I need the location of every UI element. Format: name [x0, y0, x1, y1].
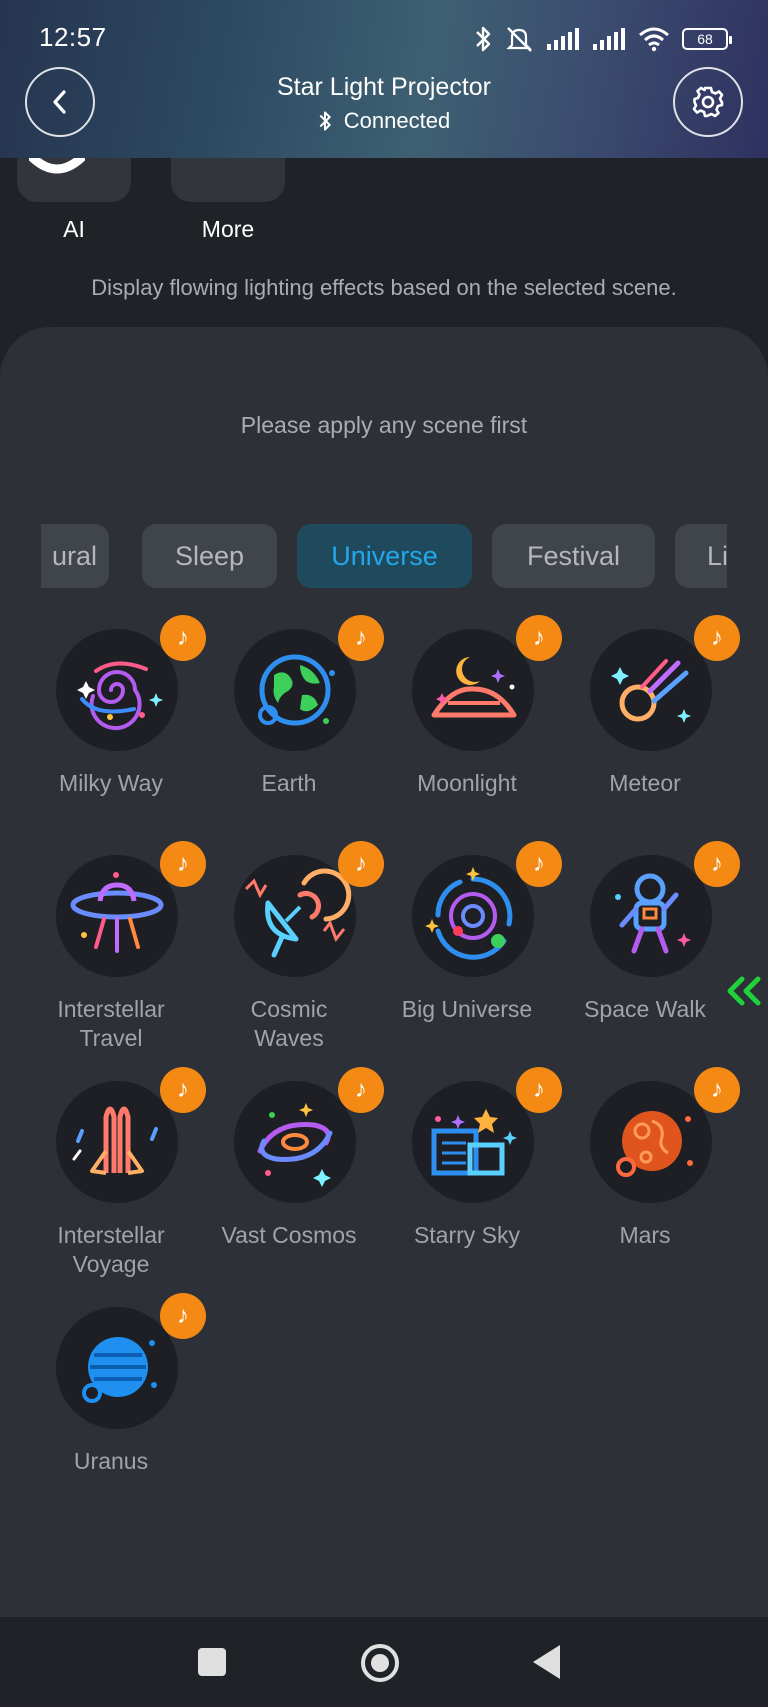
uranus-icon: [56, 1307, 178, 1429]
connection-status: Connected: [0, 108, 768, 134]
orbit-icon: [412, 855, 534, 977]
scene-label: Interstellar Travel: [26, 995, 196, 1053]
scene-label: Earth: [261, 770, 317, 796]
battery-icon: 68: [682, 28, 732, 50]
scene-label: Vast Cosmos: [221, 1222, 357, 1248]
connection-status-text: Connected: [343, 108, 451, 133]
tab-label: Festival: [526, 540, 621, 571]
category-tabs: ural Sleep Universe Festival Li: [41, 524, 727, 590]
page-title: Star Light Projector: [277, 73, 491, 101]
tab-label: Li: [707, 540, 727, 571]
gear-icon: [692, 86, 724, 118]
music-note-icon: ♪: [338, 841, 384, 887]
mute-icon: [506, 27, 532, 52]
status-time: 12:57: [39, 22, 107, 52]
recents-button[interactable]: [198, 1648, 226, 1676]
tab-label: Sleep: [174, 540, 245, 571]
music-note-icon: ♪: [160, 1293, 206, 1339]
scene-label: Interstellar Voyage: [26, 1221, 196, 1279]
tab-label: ural: [51, 540, 97, 571]
scene-label: Space Walk: [584, 996, 706, 1022]
double-chevron-left-icon: [727, 976, 761, 1006]
tab-sleep[interactable]: Sleep: [142, 524, 277, 588]
scene-label-line: Cosmic: [250, 996, 328, 1022]
signal-icon: [593, 28, 625, 50]
app-header: 12:57 68 Star Light Projector Connected: [0, 0, 768, 158]
bluetooth-icon: [319, 111, 331, 131]
signal-icon: [547, 28, 579, 50]
music-note-icon: ♪: [694, 1067, 740, 1113]
meteor-icon: [590, 629, 712, 751]
status-icons: 68: [474, 24, 732, 54]
astronaut-icon: [590, 855, 712, 977]
scene-label-line: Voyage: [72, 1251, 150, 1277]
scene-label: Moonlight: [417, 770, 517, 796]
tab-natural[interactable]: ural: [41, 524, 109, 588]
battery-level: 68: [697, 31, 713, 47]
scene-label-line: Interstellar: [57, 996, 165, 1022]
spiral-galaxy-icon: [234, 1081, 356, 1203]
scene-label: Uranus: [73, 1448, 149, 1474]
tab-life[interactable]: Li: [675, 524, 727, 588]
scene-label: Mars: [619, 1222, 671, 1248]
home-button[interactable]: [361, 1644, 399, 1682]
wifi-icon: [639, 27, 669, 52]
bluetooth-icon: [476, 26, 491, 52]
system-nav-bar: [0, 1617, 768, 1707]
scene-label: Milky Way: [59, 770, 163, 796]
tab-festival[interactable]: Festival: [492, 524, 655, 588]
music-note-icon: ♪: [516, 615, 562, 661]
moon-icon: [412, 629, 534, 751]
music-note-icon: ♪: [516, 1067, 562, 1113]
music-note-icon: ♪: [338, 1067, 384, 1113]
scene-label-line: Travel: [79, 1025, 143, 1051]
music-note-icon: ♪: [516, 841, 562, 887]
music-note-icon: ♪: [694, 841, 740, 887]
music-note-icon: ♪: [694, 615, 740, 661]
scene-label: Big Universe: [401, 996, 533, 1022]
music-note-icon: ♪: [160, 615, 206, 661]
galaxy-icon: [56, 629, 178, 751]
status-bar: 12:57 68: [0, 0, 768, 78]
tab-label: Universe: [331, 540, 438, 571]
more-tile-label: More: [201, 216, 255, 242]
music-note-icon: ♪: [338, 615, 384, 661]
ai-tile-label: AI: [63, 216, 85, 242]
music-note-icon: ♪: [160, 841, 206, 887]
mars-icon: [590, 1081, 712, 1203]
scene-label-line: Interstellar: [57, 1222, 165, 1248]
city-stars-icon: [412, 1081, 534, 1203]
earth-icon: [234, 629, 356, 751]
rocket-icon: [56, 1081, 178, 1203]
scene-label-line: Waves: [254, 1025, 324, 1051]
scene-label: Meteor: [609, 770, 681, 796]
scene-label: Starry Sky: [413, 1222, 521, 1248]
scene-label: Cosmic Waves: [204, 995, 374, 1053]
system-back-button[interactable]: [533, 1645, 560, 1679]
scene-description: Display flowing lighting effects based o…: [91, 275, 677, 300]
tab-universe[interactable]: Universe: [297, 524, 472, 588]
satellite-dish-icon: [234, 855, 356, 977]
music-note-icon: ♪: [160, 1067, 206, 1113]
ufo-icon: [56, 855, 178, 977]
settings-button[interactable]: [673, 67, 743, 137]
apply-scene-hint: Please apply any scene first: [240, 412, 528, 438]
